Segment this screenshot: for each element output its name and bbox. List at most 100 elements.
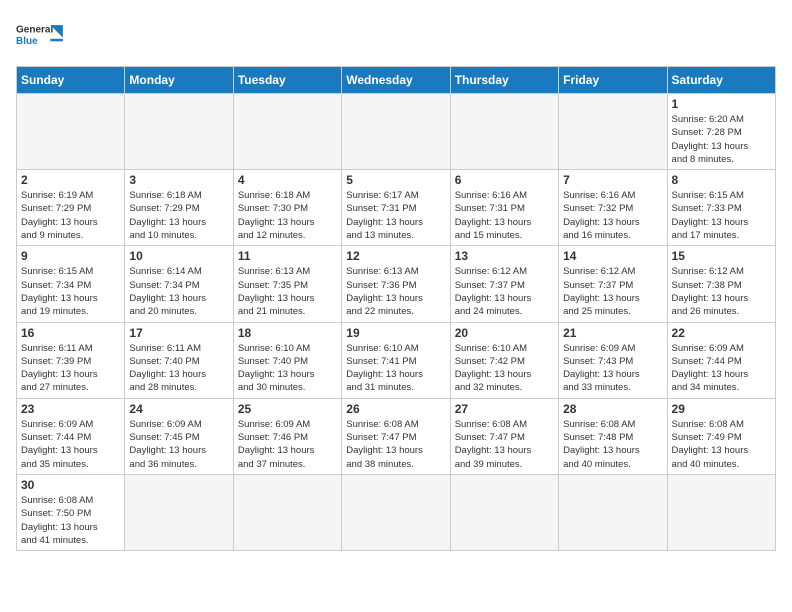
- day-info: Sunrise: 6:16 AMSunset: 7:31 PMDaylight:…: [455, 189, 554, 242]
- day-number: 8: [672, 173, 771, 187]
- day-number: 12: [346, 249, 445, 263]
- day-info: Sunrise: 6:08 AMSunset: 7:50 PMDaylight:…: [21, 494, 120, 547]
- weekday-header: Monday: [125, 67, 233, 94]
- weekday-header: Sunday: [17, 67, 125, 94]
- day-info: Sunrise: 6:08 AMSunset: 7:47 PMDaylight:…: [455, 418, 554, 471]
- day-number: 15: [672, 249, 771, 263]
- calendar-cell: 7Sunrise: 6:16 AMSunset: 7:32 PMDaylight…: [559, 170, 667, 246]
- day-info: Sunrise: 6:12 AMSunset: 7:38 PMDaylight:…: [672, 265, 771, 318]
- calendar-cell: [559, 474, 667, 550]
- calendar-cell: [233, 474, 341, 550]
- calendar-cell: 14 Sunrise: 6:12 AMSunset: 7:37 PMDayligh…: [559, 246, 667, 322]
- day-number: 28: [563, 402, 662, 416]
- day-number: 20: [455, 326, 554, 340]
- day-info: Sunrise: 6:09 AMSunset: 7:44 PMDaylight:…: [21, 418, 120, 471]
- day-info: Sunrise: 6:18 AMSunset: 7:29 PMDaylight:…: [129, 189, 228, 242]
- day-number: 7: [563, 173, 662, 187]
- day-info: Sunrise: 6:13 AMSunset: 7:36 PMDaylight:…: [346, 265, 445, 318]
- calendar-cell: [125, 474, 233, 550]
- day-number: 27: [455, 402, 554, 416]
- calendar-cell: 28 Sunrise: 6:08 AMSunset: 7:48 PMDayligh…: [559, 398, 667, 474]
- calendar-cell: 13 Sunrise: 6:12 AMSunset: 7:37 PMDayligh…: [450, 246, 558, 322]
- day-number: 13: [455, 249, 554, 263]
- calendar-cell: 30 Sunrise: 6:08 AMSunset: 7:50 PMDayligh…: [17, 474, 125, 550]
- calendar-cell: 8 Sunrise: 6:15 AMSunset: 7:33 PMDaylight…: [667, 170, 775, 246]
- calendar-cell: [450, 94, 558, 170]
- day-number: 24: [129, 402, 228, 416]
- logo-svg: General Blue: [16, 16, 66, 56]
- day-info: Sunrise: 6:12 AMSunset: 7:37 PMDaylight:…: [455, 265, 554, 318]
- calendar-cell: 10 Sunrise: 6:14 AMSunset: 7:34 PMDayligh…: [125, 246, 233, 322]
- day-number: 25: [238, 402, 337, 416]
- weekday-header: Tuesday: [233, 67, 341, 94]
- calendar-cell: 6 Sunrise: 6:16 AMSunset: 7:31 PMDaylight…: [450, 170, 558, 246]
- day-number: 10: [129, 249, 228, 263]
- calendar-cell: 17 Sunrise: 6:11 AMSunset: 7:40 PMDayligh…: [125, 322, 233, 398]
- weekday-header: Thursday: [450, 67, 558, 94]
- calendar-cell: [342, 474, 450, 550]
- calendar-cell: [125, 94, 233, 170]
- calendar-cell: 19 Sunrise: 6:10 AMSunset: 7:41 PMDayligh…: [342, 322, 450, 398]
- day-info: Sunrise: 6:10 AMSunset: 7:41 PMDaylight:…: [346, 342, 445, 395]
- page-header: General Blue: [16, 16, 776, 56]
- calendar-cell: 22 Sunrise: 6:09 AMSunset: 7:44 PMDayligh…: [667, 322, 775, 398]
- weekday-header: Wednesday: [342, 67, 450, 94]
- calendar-cell: 9Sunrise: 6:15 AMSunset: 7:34 PMDaylight…: [17, 246, 125, 322]
- logo: General Blue: [16, 16, 66, 56]
- svg-text:General: General: [16, 25, 53, 36]
- calendar-cell: 5Sunrise: 6:17 AMSunset: 7:31 PMDaylight…: [342, 170, 450, 246]
- day-info: Sunrise: 6:10 AMSunset: 7:42 PMDaylight:…: [455, 342, 554, 395]
- day-info: Sunrise: 6:09 AMSunset: 7:43 PMDaylight:…: [563, 342, 662, 395]
- calendar-cell: 1 Sunrise: 6:20 AMSunset: 7:28 PMDaylight…: [667, 94, 775, 170]
- day-info: Sunrise: 6:12 AMSunset: 7:37 PMDaylight:…: [563, 265, 662, 318]
- calendar-cell: [233, 94, 341, 170]
- calendar-cell: [559, 94, 667, 170]
- calendar-cell: [450, 474, 558, 550]
- day-number: 1: [672, 97, 771, 111]
- logo-icon: General Blue: [16, 16, 66, 56]
- day-info: Sunrise: 6:08 AMSunset: 7:47 PMDaylight:…: [346, 418, 445, 471]
- day-info: Sunrise: 6:09 AMSunset: 7:45 PMDaylight:…: [129, 418, 228, 471]
- day-number: 30: [21, 478, 120, 492]
- day-number: 5: [346, 173, 445, 187]
- day-number: 17: [129, 326, 228, 340]
- day-info: Sunrise: 6:20 AMSunset: 7:28 PMDaylight:…: [672, 113, 771, 166]
- day-info: Sunrise: 6:14 AMSunset: 7:34 PMDaylight:…: [129, 265, 228, 318]
- day-info: Sunrise: 6:18 AMSunset: 7:30 PMDaylight:…: [238, 189, 337, 242]
- day-info: Sunrise: 6:08 AMSunset: 7:48 PMDaylight:…: [563, 418, 662, 471]
- calendar-cell: 18 Sunrise: 6:10 AMSunset: 7:40 PMDayligh…: [233, 322, 341, 398]
- day-number: 11: [238, 249, 337, 263]
- day-number: 26: [346, 402, 445, 416]
- calendar-cell: 4Sunrise: 6:18 AMSunset: 7:30 PMDaylight…: [233, 170, 341, 246]
- day-info: Sunrise: 6:09 AMSunset: 7:46 PMDaylight:…: [238, 418, 337, 471]
- day-info: Sunrise: 6:10 AMSunset: 7:40 PMDaylight:…: [238, 342, 337, 395]
- day-info: Sunrise: 6:15 AMSunset: 7:33 PMDaylight:…: [672, 189, 771, 242]
- day-info: Sunrise: 6:11 AMSunset: 7:40 PMDaylight:…: [129, 342, 228, 395]
- calendar-cell: 29 Sunrise: 6:08 AMSunset: 7:49 PMDayligh…: [667, 398, 775, 474]
- calendar-table: SundayMondayTuesdayWednesdayThursdayFrid…: [16, 66, 776, 551]
- day-number: 18: [238, 326, 337, 340]
- day-number: 9: [21, 249, 120, 263]
- day-info: Sunrise: 6:19 AMSunset: 7:29 PMDaylight:…: [21, 189, 120, 242]
- day-info: Sunrise: 6:13 AMSunset: 7:35 PMDaylight:…: [238, 265, 337, 318]
- day-number: 29: [672, 402, 771, 416]
- weekday-header: Friday: [559, 67, 667, 94]
- calendar-cell: 12 Sunrise: 6:13 AMSunset: 7:36 PMDayligh…: [342, 246, 450, 322]
- day-number: 14: [563, 249, 662, 263]
- day-number: 2: [21, 173, 120, 187]
- day-info: Sunrise: 6:09 AMSunset: 7:44 PMDaylight:…: [672, 342, 771, 395]
- day-info: Sunrise: 6:08 AMSunset: 7:49 PMDaylight:…: [672, 418, 771, 471]
- calendar-cell: 27 Sunrise: 6:08 AMSunset: 7:47 PMDayligh…: [450, 398, 558, 474]
- day-number: 6: [455, 173, 554, 187]
- day-number: 16: [21, 326, 120, 340]
- calendar-cell: 21Sunrise: 6:09 AMSunset: 7:43 PMDayligh…: [559, 322, 667, 398]
- day-number: 19: [346, 326, 445, 340]
- calendar-cell: 16Sunrise: 6:11 AMSunset: 7:39 PMDayligh…: [17, 322, 125, 398]
- day-number: 22: [672, 326, 771, 340]
- calendar-cell: 26 Sunrise: 6:08 AMSunset: 7:47 PMDayligh…: [342, 398, 450, 474]
- day-number: 23: [21, 402, 120, 416]
- calendar-cell: 24 Sunrise: 6:09 AMSunset: 7:45 PMDayligh…: [125, 398, 233, 474]
- weekday-header: Saturday: [667, 67, 775, 94]
- day-number: 3: [129, 173, 228, 187]
- calendar-cell: [667, 474, 775, 550]
